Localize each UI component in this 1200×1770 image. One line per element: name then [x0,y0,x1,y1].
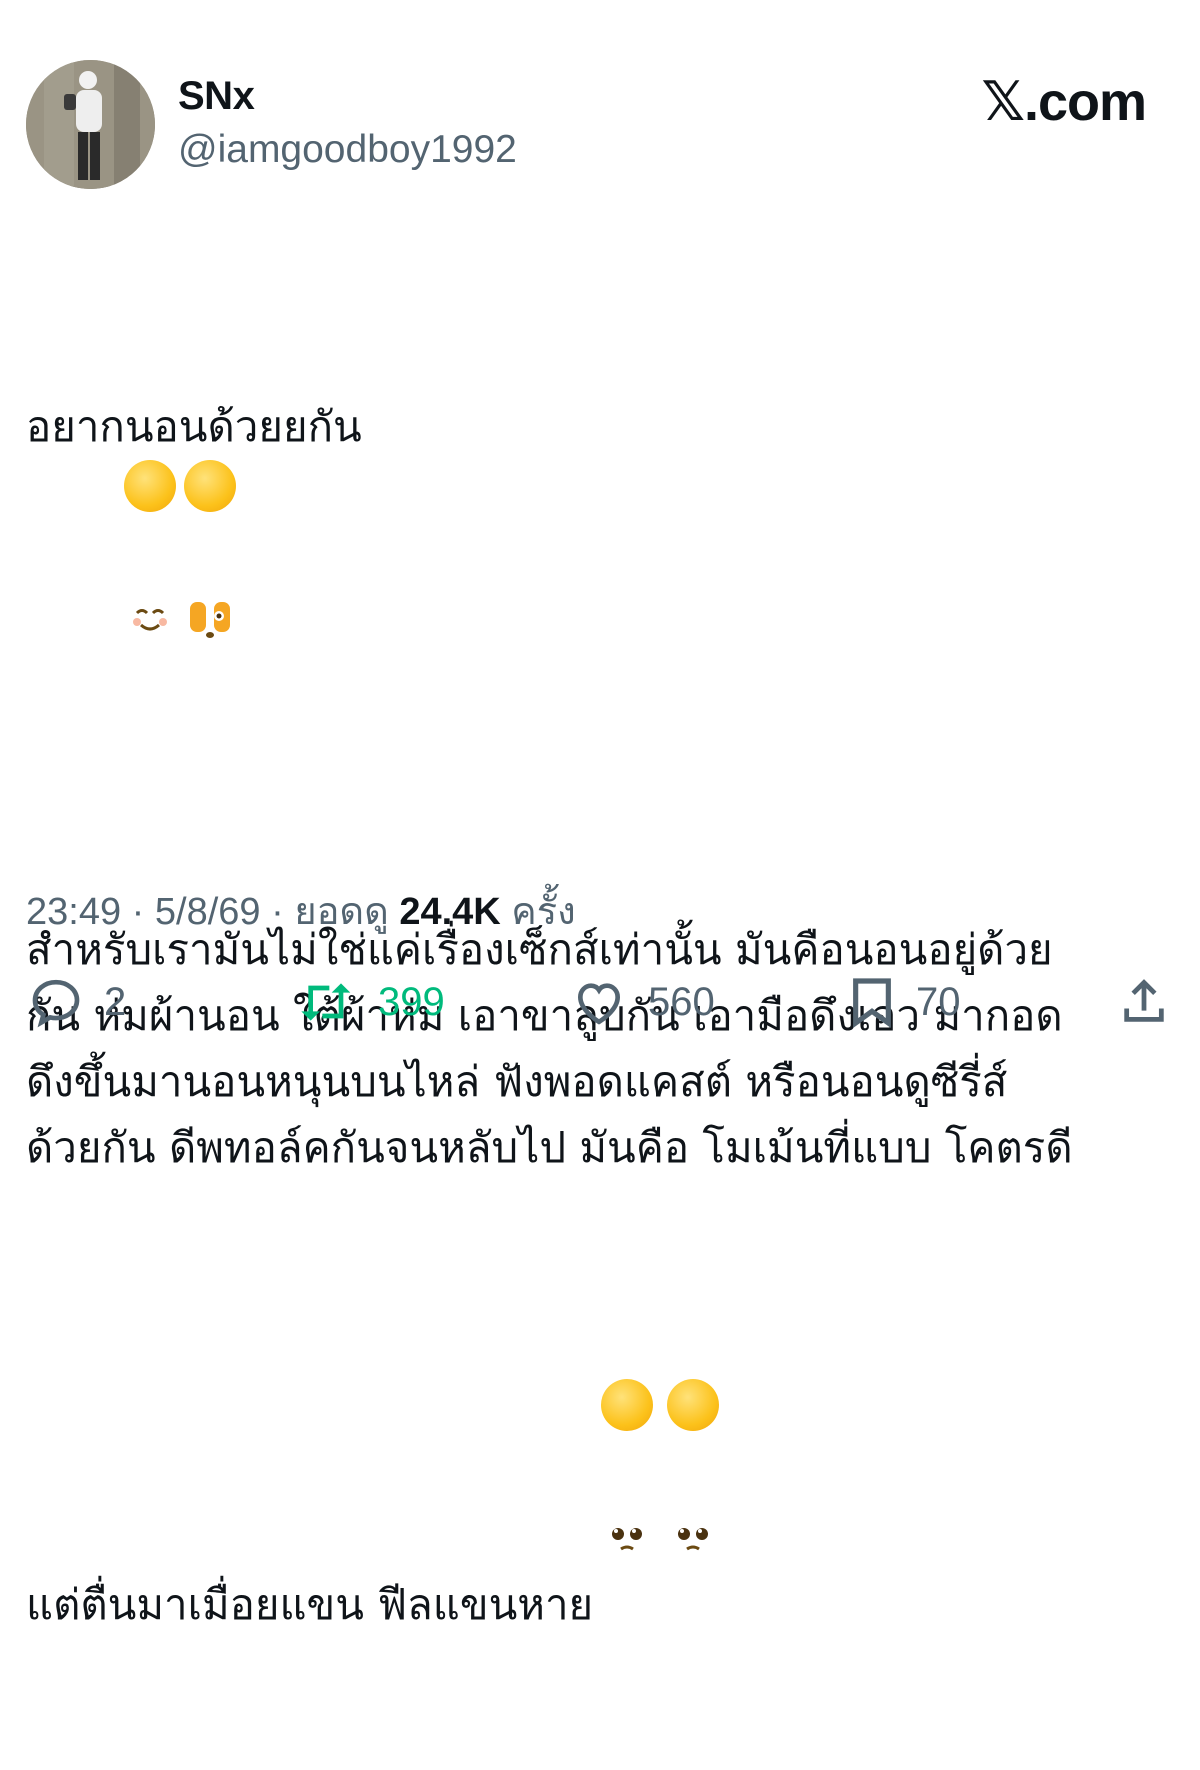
tweet-paragraph-text: อยากนอนด้วยยกัน [26,402,362,451]
reply-button[interactable]: 2 [28,970,126,1034]
pleading-face-emoji-icon [601,1379,654,1551]
bookmark-icon [853,978,891,1028]
views-count[interactable]: 24.4K [399,891,500,933]
share-icon [1124,979,1164,1022]
tweet-metadata: 23:49 · 5/8/69 · ยอดดู 24.4K ครั้ง [26,880,576,941]
separator: · [131,891,145,933]
separator: · [271,891,284,933]
retweet-count: 399 [378,979,445,1024]
reply-count: 2 [104,979,127,1024]
smiling-blush-emoji-icon [124,460,177,631]
share-button[interactable] [1118,970,1170,1034]
tweet-paragraph: อยากนอนด้วยยกัน [26,394,1176,719]
tweet-paragraph-text: แต่ตื่นมาเมื่อยแขน ฟีลแขนหาย [26,1580,594,1629]
bookmark-count: 70 [916,979,961,1024]
tweet-time[interactable]: 23:49 [26,891,121,933]
views-label: ยอดดู [294,891,389,933]
face-covering-eyes-emoji-icon [184,460,237,638]
reply-icon [32,979,80,1028]
tweet-paragraph: แต่ตื่นมาเมื่อยแขน ฟีลแขนหาย [26,1379,1176,1638]
bookmark-button[interactable]: 70 [848,970,961,1034]
heart-icon [577,983,621,1025]
brand-logo: 𝕏.com [981,72,1147,132]
tweet-date[interactable]: 5/8/69 [155,891,261,933]
retweet-icon [301,983,351,1021]
retweet-button[interactable]: 399 [296,970,445,1034]
like-button[interactable]: 560 [570,970,715,1034]
author-display-name[interactable]: SNx [178,74,255,119]
views-suffix: ครั้ง [511,891,576,933]
action-bar: 2 399 560 70 [0,970,1200,1034]
like-count: 560 [648,979,715,1024]
pleading-face-emoji-icon [667,1379,720,1551]
avatar-photo [26,60,155,189]
author-handle[interactable]: @iamgoodboy1992 [178,128,517,172]
avatar[interactable] [26,60,155,189]
tweet-paragraph: สำหรับเรามันไม่ใช่แค่เรื่องเซ็กส์เท่านั้… [26,925,1073,1172]
